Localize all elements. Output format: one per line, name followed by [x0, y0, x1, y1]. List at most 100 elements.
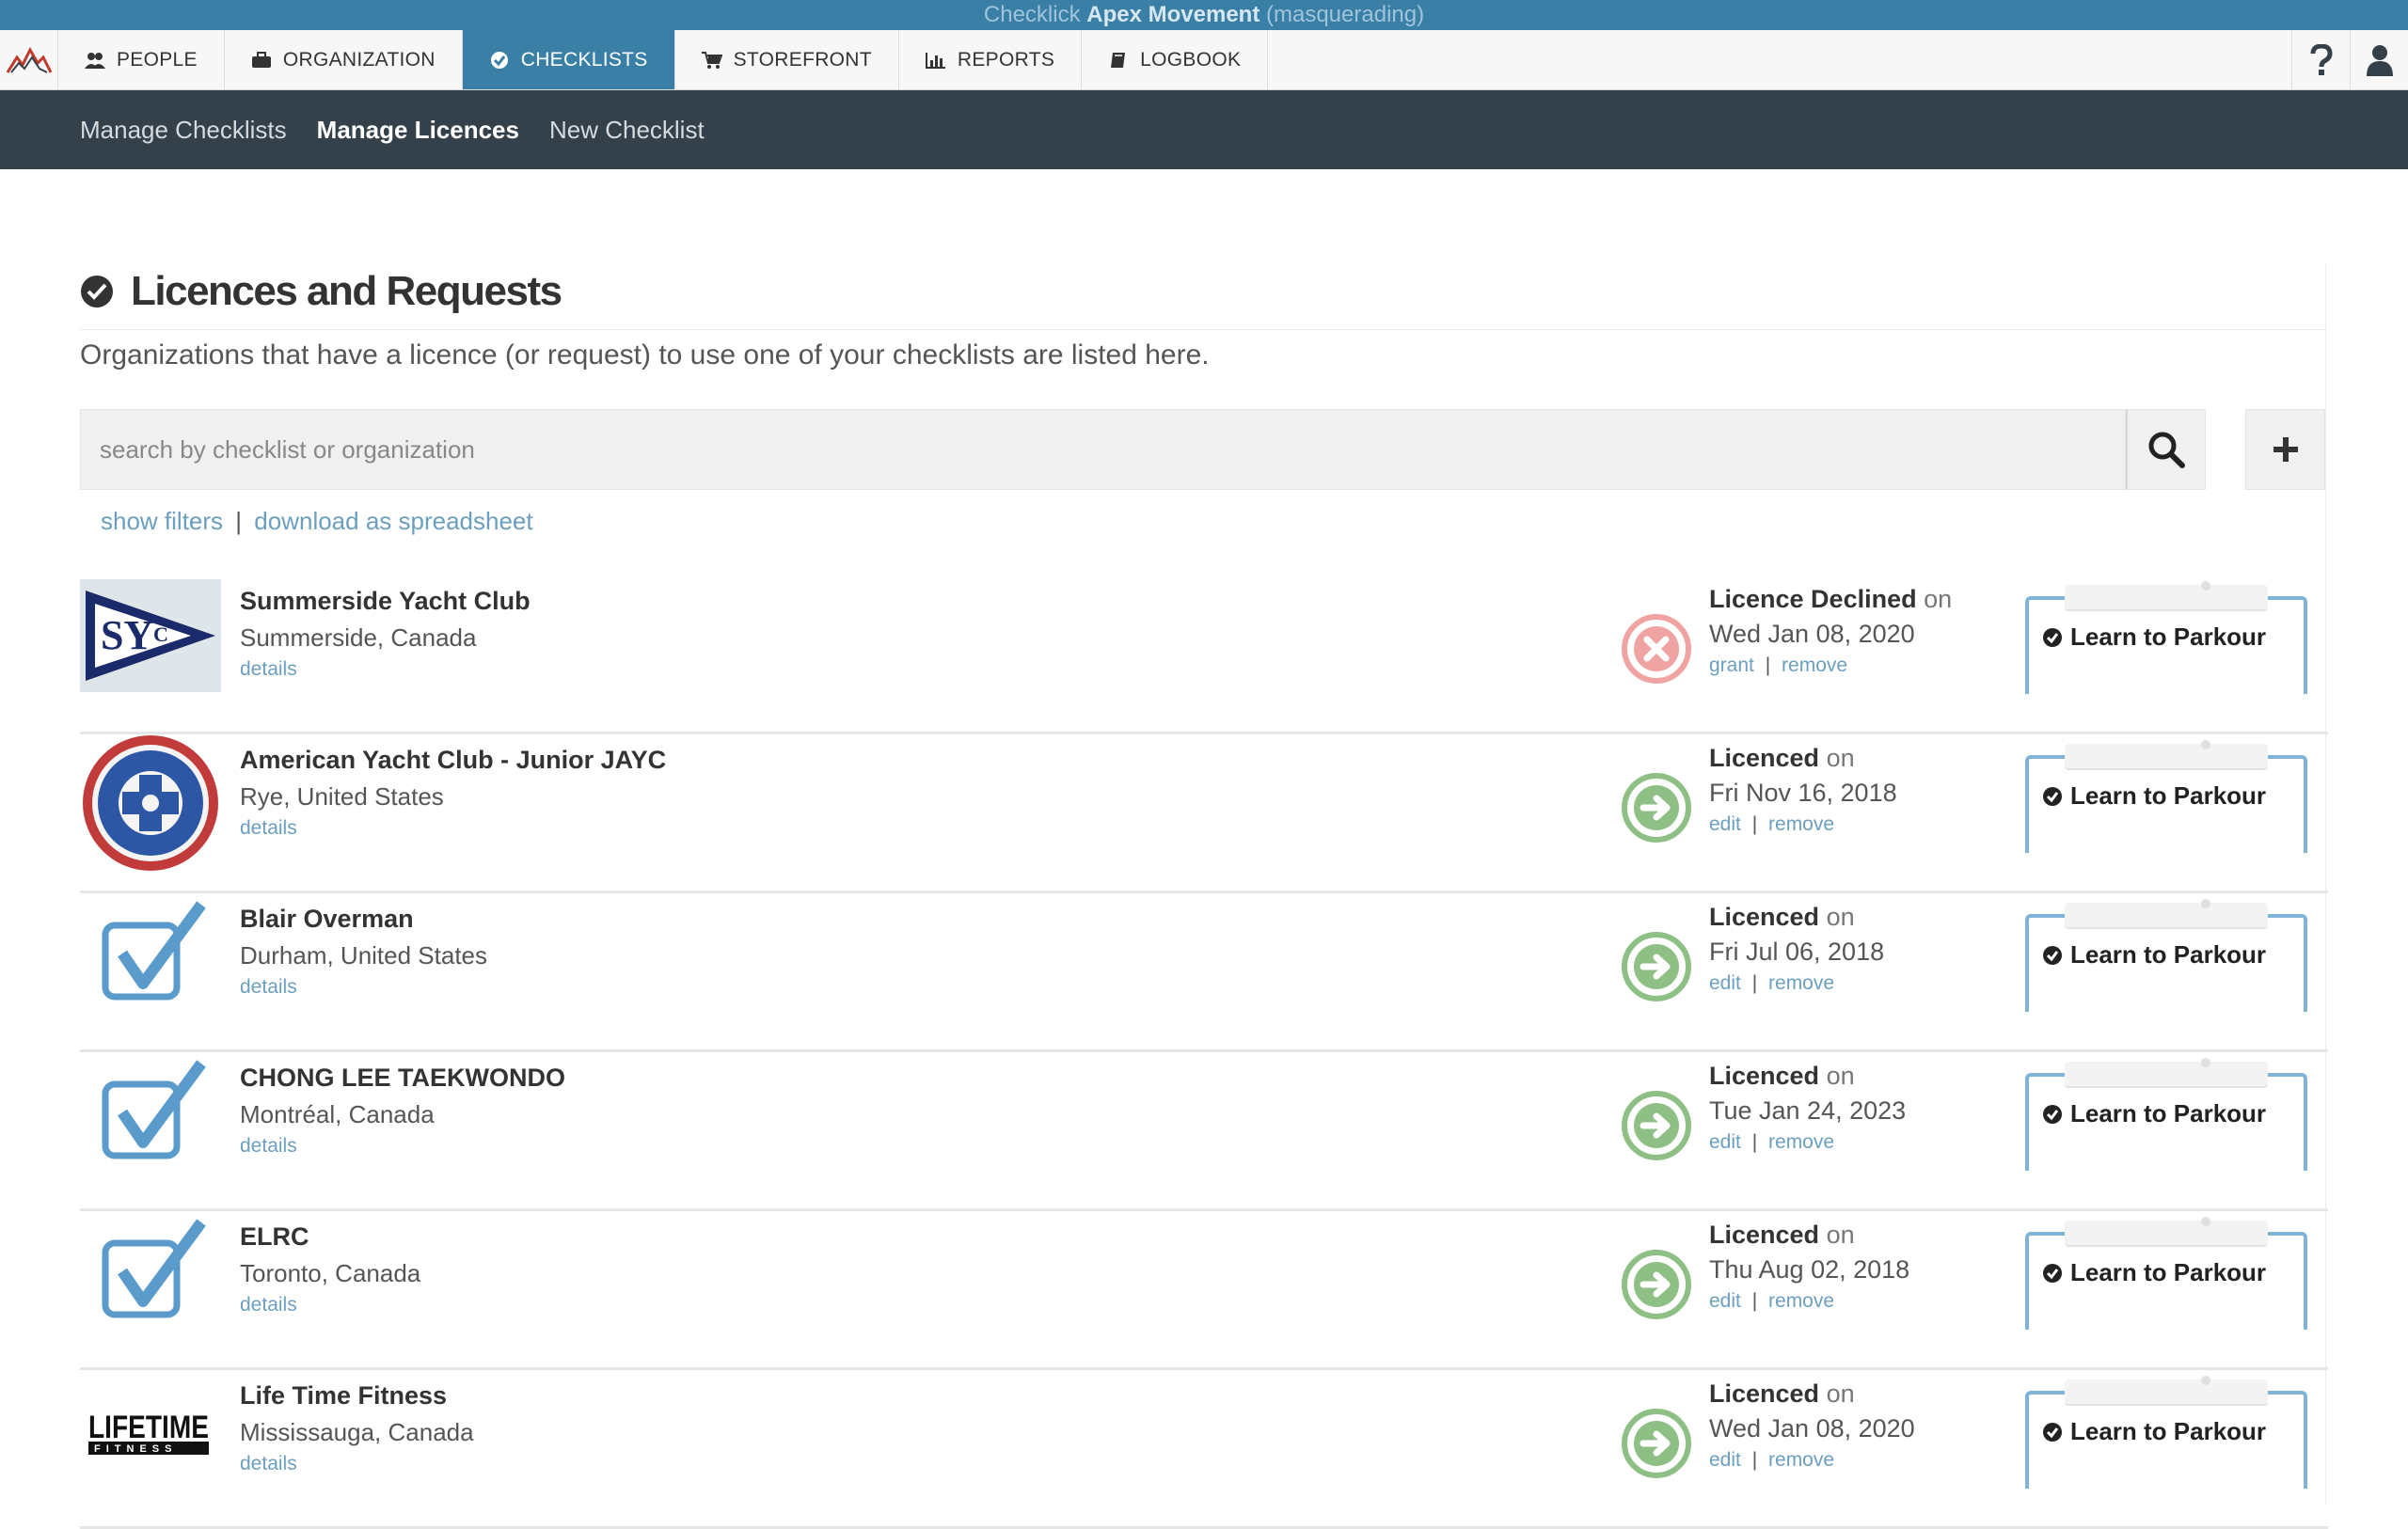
syc-flag-logo: SY C [80, 579, 221, 692]
clamp-hole [2201, 581, 2210, 591]
org-name: Life Time Fitness [240, 1381, 448, 1410]
org-name: CHONG LEE TAEKWONDO [240, 1064, 565, 1092]
subnav-new-checklist[interactable]: New Checklist [549, 116, 705, 145]
clipboard-clamp [2065, 1376, 2268, 1406]
grant-link[interactable]: grant [1709, 654, 1754, 676]
licence-status: Licenced on Thu Aug 02, 2018 edit | remo… [1709, 1221, 1909, 1313]
org-details-link[interactable]: details [240, 658, 531, 681]
org-details-link[interactable]: details [240, 817, 666, 840]
svg-text:LIFETIME: LIFETIME [88, 1410, 209, 1445]
add-licence-button[interactable] [2245, 409, 2325, 490]
nav-storefront[interactable]: STOREFRONT [675, 30, 899, 89]
org-thumbnail: LIFETIME FITNESS [80, 1374, 221, 1487]
edit-link[interactable]: edit [1709, 1290, 1741, 1312]
row-actions: edit | remove [1709, 813, 1897, 836]
clamp-hole [2201, 899, 2210, 908]
remove-link[interactable]: remove [1768, 1290, 1834, 1312]
status-label: Licenced [1709, 1221, 1820, 1249]
checklist-name: Learn to Parkour [2070, 940, 2267, 969]
sub-nav: Manage Checklists Manage Licences New Ch… [0, 90, 2408, 169]
org-location: Summerside, Canada [240, 623, 477, 652]
checklist-card[interactable]: Learn to Parkour [2025, 1376, 2307, 1489]
remove-link[interactable]: remove [1768, 1131, 1834, 1153]
status-text: Licenced on [1709, 903, 1884, 932]
download-spreadsheet-link[interactable]: download as spreadsheet [254, 507, 532, 535]
status-date: Wed Jan 08, 2020 [1709, 1414, 1915, 1442]
org-details-link[interactable]: details [240, 1453, 474, 1475]
edit-link[interactable]: edit [1709, 813, 1741, 835]
checklist-card[interactable]: Learn to Parkour [2025, 740, 2307, 853]
checklist-card[interactable]: Learn to Parkour [2025, 1217, 2307, 1330]
status-on: on [1826, 903, 1855, 931]
org-info: Summerside Yacht Club Summerside, Canada… [240, 587, 531, 681]
org-name: ELRC [240, 1222, 309, 1251]
status-text: Licenced on [1709, 1221, 1909, 1250]
status-label: Licence Declined [1709, 585, 1917, 613]
status-on: on [1826, 1379, 1855, 1408]
checklist-card[interactable]: Learn to Parkour [2025, 1058, 2307, 1171]
org-details-link[interactable]: details [240, 1135, 565, 1158]
help-button[interactable] [2291, 30, 2350, 90]
remove-link[interactable]: remove [1768, 1449, 1834, 1471]
bar-chart-icon [925, 50, 946, 71]
edit-link[interactable]: edit [1709, 1131, 1741, 1153]
nav-checklists-label: CHECKLISTS [520, 48, 648, 71]
check-circle-icon [2043, 786, 2062, 806]
licence-status: Licenced on Fri Nov 16, 2018 edit | remo… [1709, 744, 1897, 836]
nav-logbook[interactable]: LOGBOOK [1082, 30, 1269, 89]
org-location: Rye, United States [240, 782, 444, 811]
org-thumbnail [80, 1056, 221, 1169]
org-info: American Yacht Club - Junior JAYC Rye, U… [240, 746, 666, 840]
search-button[interactable] [2126, 409, 2206, 490]
edit-link[interactable]: edit [1709, 1449, 1741, 1471]
remove-link[interactable]: remove [1768, 972, 1834, 994]
subnav-manage-checklists[interactable]: Manage Checklists [80, 116, 287, 145]
subnav-manage-licences[interactable]: Manage Licences [317, 116, 519, 145]
user-icon [2366, 45, 2393, 76]
org-details-link[interactable]: details [240, 976, 487, 999]
org-thumbnail [80, 897, 221, 1010]
checkbox-placeholder-icon [102, 1219, 206, 1318]
clipboard-clamp [2065, 1217, 2268, 1247]
org-info: Life Time Fitness Mississauga, Canada de… [240, 1381, 474, 1475]
show-filters-link[interactable]: show filters [101, 507, 223, 535]
checklist-name: Learn to Parkour [2070, 623, 2267, 651]
org-details-link[interactable]: details [240, 1294, 420, 1316]
licence-list: SY C Summerside Yacht Club Summerside, Ca… [80, 575, 2328, 1529]
svg-text:FITNESS: FITNESS [94, 1443, 177, 1455]
nav-checklists[interactable]: CHECKLISTS [462, 30, 675, 89]
checklist-card[interactable]: Learn to Parkour [2025, 581, 2307, 694]
licence-status: Licence Declined on Wed Jan 08, 2020 gra… [1709, 585, 1952, 677]
remove-link[interactable]: remove [1768, 813, 1834, 835]
title-divider [80, 329, 2328, 330]
nav-reports[interactable]: REPORTS [899, 30, 1083, 89]
app-logo[interactable] [0, 30, 58, 89]
user-menu-button[interactable] [2350, 30, 2408, 90]
masquerade-prefix: Checklick [983, 2, 1081, 27]
nav-organization[interactable]: ORGANIZATION [225, 30, 463, 89]
search-input[interactable]: search by checklist or organization [80, 409, 2126, 490]
masquerade-suffix: (masquerading) [1266, 2, 1425, 27]
org-info: CHONG LEE TAEKWONDO Montréal, Canada det… [240, 1064, 565, 1158]
page-description: Organizations that have a licence (or re… [80, 339, 1210, 370]
checklist-card[interactable]: Learn to Parkour [2025, 899, 2307, 1012]
page-header: Licences and Requests [80, 263, 2328, 320]
licence-row: LIFETIME FITNESS Life Time Fitness Missis… [80, 1370, 2328, 1529]
nav-people[interactable]: PEOPLE [58, 30, 225, 89]
row-actions: grant | remove [1709, 654, 1952, 677]
arrow-circle-right-icon [1622, 1091, 1691, 1160]
search-icon [2148, 432, 2185, 468]
action-separator: | [1751, 1290, 1758, 1312]
status-date: Tue Jan 24, 2023 [1709, 1096, 1907, 1125]
status-on: on [1826, 1221, 1855, 1249]
checklist-label: Learn to Parkour [2042, 623, 2266, 652]
licence-row: ELRC Toronto, Canada details Licenced on… [80, 1211, 2328, 1370]
status-text: Licenced on [1709, 744, 1897, 773]
org-thumbnail: SY C [80, 579, 221, 692]
status-label: Licenced [1709, 744, 1820, 772]
remove-link[interactable]: remove [1782, 654, 1847, 676]
edit-link[interactable]: edit [1709, 972, 1741, 994]
masquerade-org: Apex Movement [1086, 2, 1260, 27]
licence-row: American Yacht Club - Junior JAYC Rye, U… [80, 734, 2328, 893]
licence-row: Blair Overman Durham, United States deta… [80, 893, 2328, 1052]
